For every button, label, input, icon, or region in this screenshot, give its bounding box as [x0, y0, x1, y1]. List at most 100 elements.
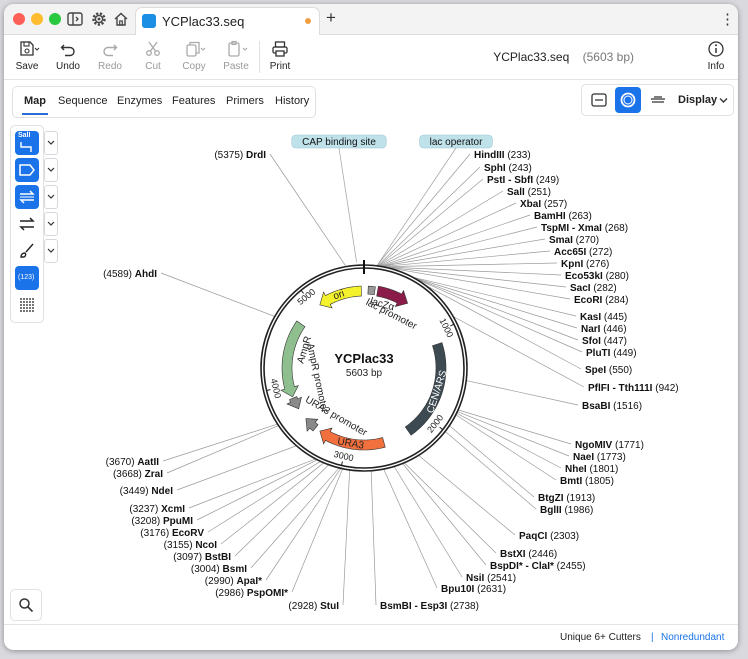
cut-button[interactable]: Cut: [131, 35, 175, 79]
nonredundant-label[interactable]: Nonredundant: [661, 632, 724, 643]
enzyme-label[interactable]: (2990) ApaI*: [205, 576, 262, 587]
sequence-toggle-button[interactable]: [15, 293, 39, 317]
enzyme-label[interactable]: PaqCI (2303): [519, 531, 579, 542]
enzyme-label[interactable]: NaeI (1773): [573, 452, 626, 463]
enzyme-label[interactable]: (3237) XcmI: [129, 504, 185, 515]
chevron-down-icon[interactable]: [719, 97, 728, 104]
map-canvas[interactable]: 1000 2000 3000 4000 5000 ori lacZα lac promote…: [4, 80, 738, 624]
home-icon[interactable]: [112, 10, 130, 28]
tab-map[interactable]: Map: [22, 95, 48, 115]
info-button[interactable]: Info: [694, 35, 738, 79]
orf-toggle-button[interactable]: [15, 212, 39, 236]
circular-view-button[interactable]: [615, 87, 641, 113]
enzyme-label[interactable]: NarI (446): [581, 324, 627, 335]
feature-ura3-promoter[interactable]: [305, 418, 319, 432]
sequence-view-icon[interactable]: [649, 91, 667, 109]
enzyme-label[interactable]: BtgZI (1913): [538, 493, 595, 504]
enzyme-label[interactable]: SmaI (270): [549, 235, 599, 246]
enzyme-label[interactable]: EcoRI (284): [574, 295, 628, 306]
enzyme-label[interactable]: PflFI - Tth111I (942): [588, 383, 679, 394]
enzyme-leader-line: [379, 202, 517, 267]
document-tab[interactable]: YCPlac33.seq: [135, 7, 320, 35]
numbers-toggle-button[interactable]: (123): [15, 266, 39, 290]
tab-enzymes[interactable]: Enzymes: [117, 95, 162, 107]
app-window: YCPlac33.seq + ⋮ Save Undo Redo Cut Copy: [4, 4, 738, 650]
enzymes-options-dropdown[interactable]: [44, 131, 58, 155]
minimize-window-button[interactable]: [31, 13, 43, 25]
enzyme-label[interactable]: BmtI (1805): [560, 476, 614, 487]
enzyme-label[interactable]: BsmBI - Esp3I (2738): [380, 601, 479, 612]
enzyme-label[interactable]: (3670) AatII: [106, 457, 160, 468]
tab-history[interactable]: History: [275, 95, 309, 107]
tab-features[interactable]: Features: [172, 95, 215, 107]
enzyme-label[interactable]: (5375) DrdI: [214, 150, 266, 161]
enzyme-label[interactable]: (3004) BsmI: [191, 564, 247, 575]
enzyme-label[interactable]: BglII (1986): [540, 505, 593, 516]
enzyme-label[interactable]: NheI (1801): [565, 464, 618, 475]
zoom-button[interactable]: [10, 589, 42, 621]
enzyme-label[interactable]: (3176) EcoRV: [140, 528, 204, 539]
enzyme-label[interactable]: Acc65I (272): [554, 247, 612, 258]
paste-button[interactable]: Paste: [214, 35, 258, 79]
enzyme-label[interactable]: (4589) AhdI: [103, 269, 157, 280]
enzyme-label[interactable]: NsiI (2541): [466, 573, 516, 584]
enzyme-label[interactable]: SphI (243): [484, 163, 532, 174]
enzyme-label[interactable]: KasI (445): [580, 312, 627, 323]
color-toggle-button[interactable]: [15, 239, 39, 263]
print-button[interactable]: Print: [258, 35, 302, 79]
enzyme-label[interactable]: (2986) PspOMI*: [215, 588, 288, 599]
feature-lac-operator-marker[interactable]: [367, 285, 376, 296]
feature-label-cen-ars: CEN/ARS: [425, 369, 449, 415]
enzyme-leader-line: [370, 470, 377, 606]
sidebar-toggle-icon[interactable]: [66, 10, 84, 28]
cutters-label[interactable]: Unique 6+ Cutters: [560, 632, 641, 643]
linear-view-icon[interactable]: [590, 91, 608, 109]
copy-button[interactable]: Copy: [172, 35, 216, 79]
enzyme-label[interactable]: HindIII (233): [474, 150, 531, 161]
tick-label: 5000: [295, 287, 317, 307]
color-options-dropdown[interactable]: [44, 239, 58, 263]
features-toggle-button[interactable]: [15, 158, 39, 182]
enzyme-label[interactable]: Bpu10I (2631): [441, 584, 506, 595]
gear-icon[interactable]: [90, 10, 108, 28]
redo-button[interactable]: Redo: [88, 35, 132, 79]
enzyme-label[interactable]: XbaI (257): [520, 199, 567, 210]
enzyme-label[interactable]: KpnI (276): [561, 259, 609, 270]
feature-ampr-promoter[interactable]: [286, 396, 302, 410]
primers-options-dropdown[interactable]: [44, 185, 58, 209]
enzymes-toggle-button[interactable]: SalI: [15, 131, 39, 155]
orf-options-dropdown[interactable]: [44, 212, 58, 236]
features-options-dropdown[interactable]: [44, 158, 58, 182]
enzyme-label[interactable]: (3668) ZraI: [113, 469, 163, 480]
enzyme-label[interactable]: (3449) NdeI: [120, 486, 174, 497]
enzyme-label[interactable]: (3097) BstBI: [173, 552, 231, 563]
enzyme-label[interactable]: SacI (282): [570, 283, 617, 294]
enzyme-label[interactable]: BsaBI (1516): [582, 401, 642, 412]
enzyme-label[interactable]: Eco53kI (280): [565, 271, 629, 282]
enzyme-label[interactable]: SalI (251): [507, 187, 551, 198]
enzyme-label[interactable]: (3208) PpuMI: [131, 516, 193, 527]
enzyme-label[interactable]: (2928) StuI: [288, 601, 339, 612]
enzyme-label[interactable]: NgoMIV (1771): [575, 440, 644, 451]
enzyme-label[interactable]: TspMI - XmaI (268): [541, 223, 628, 234]
display-menu-label[interactable]: Display: [678, 94, 717, 106]
enzyme-label[interactable]: (3155) NcoI: [164, 540, 218, 551]
enzyme-leader-line: [444, 431, 537, 510]
enzyme-label[interactable]: BspDI* - ClaI* (2455): [490, 561, 586, 572]
enzyme-label[interactable]: BamHI (263): [534, 211, 592, 222]
enzyme-label[interactable]: PluTI (449): [586, 348, 637, 359]
enzyme-label[interactable]: BstXI (2446): [500, 549, 557, 560]
copy-label: Copy: [182, 61, 206, 72]
primers-toggle-button[interactable]: [15, 185, 39, 209]
tab-primers[interactable]: Primers: [226, 95, 264, 107]
more-menu-button[interactable]: ⋮: [720, 10, 735, 28]
tab-sequence[interactable]: Sequence: [58, 95, 108, 107]
undo-button[interactable]: Undo: [46, 35, 90, 79]
enzyme-label[interactable]: SpeI (550): [585, 365, 632, 376]
save-button[interactable]: Save: [5, 35, 49, 79]
enzyme-label[interactable]: SfoI (447): [582, 336, 627, 347]
new-tab-button[interactable]: +: [326, 8, 336, 28]
close-window-button[interactable]: [13, 13, 25, 25]
zoom-window-button[interactable]: [49, 13, 61, 25]
enzyme-label[interactable]: PstI - SbfI (249): [487, 175, 559, 186]
